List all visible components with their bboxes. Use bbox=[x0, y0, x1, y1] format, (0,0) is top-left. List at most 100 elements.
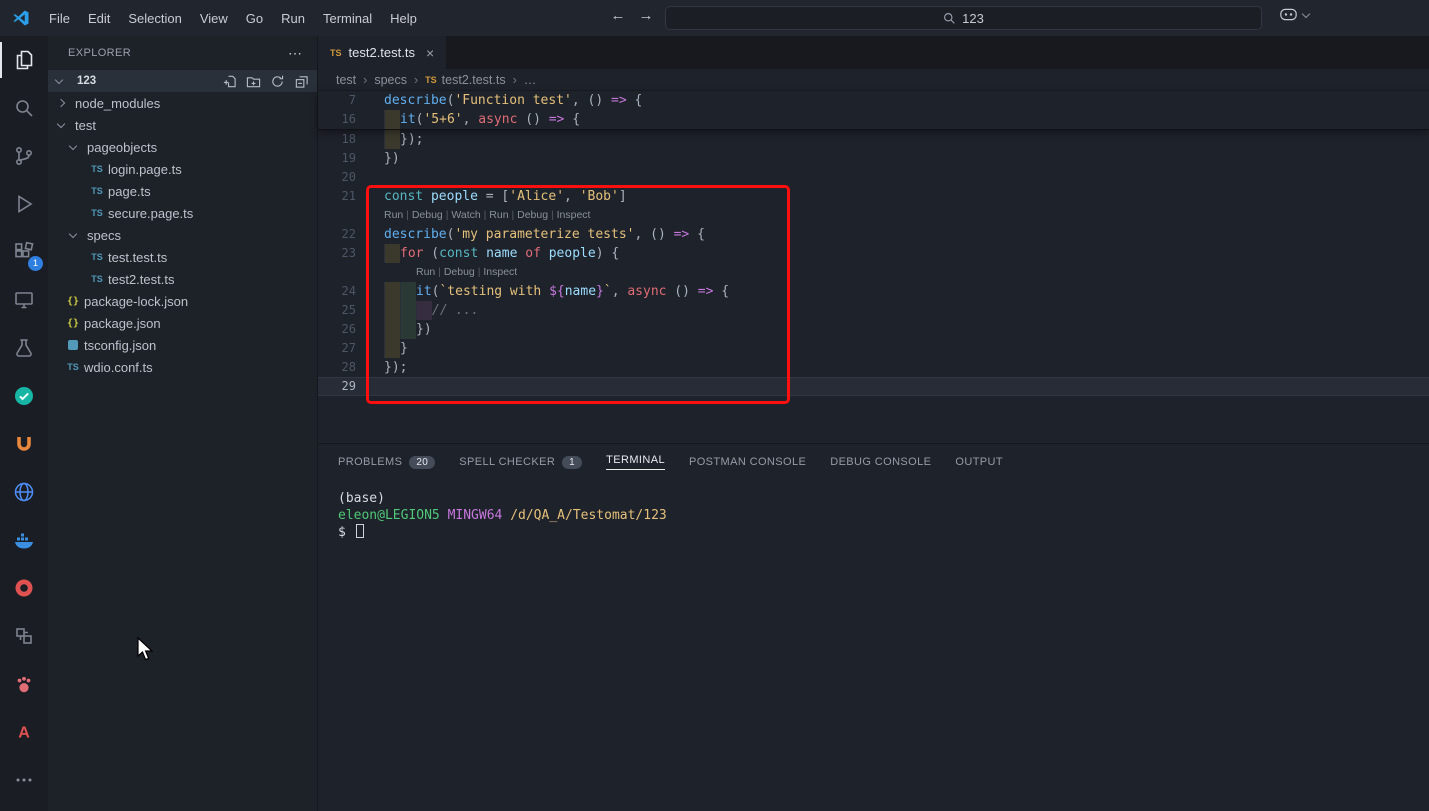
panel-tab-postman-console[interactable]: POSTMAN CONSOLE bbox=[689, 444, 806, 480]
menu-run[interactable]: Run bbox=[272, 7, 314, 30]
code-line-16[interactable]: 16it('5+6', async () => { bbox=[318, 110, 1429, 129]
activity-explorer[interactable] bbox=[0, 36, 48, 84]
typescript-file-icon: TS bbox=[91, 274, 103, 284]
code-line-19[interactable]: 19}) bbox=[318, 149, 1429, 168]
explorer-more-actions-icon[interactable]: ⋯ bbox=[288, 45, 303, 62]
copilot-menu[interactable] bbox=[1280, 8, 1318, 21]
refresh-icon[interactable] bbox=[270, 74, 285, 89]
panel-tab-spell-checker[interactable]: SPELL CHECKER1 bbox=[459, 444, 582, 480]
file-wdio.conf.ts[interactable]: TSwdio.conf.ts bbox=[48, 356, 317, 378]
code-line-21[interactable]: 21const people = ['Alice', 'Bob'] bbox=[318, 187, 1429, 206]
new-folder-icon[interactable] bbox=[246, 74, 261, 89]
command-center-search[interactable]: 123 bbox=[665, 6, 1262, 30]
file-label: test2.test.ts bbox=[108, 272, 174, 287]
code-line-18[interactable]: 18}); bbox=[318, 130, 1429, 149]
testing-flask-icon bbox=[12, 336, 36, 360]
activity-paw[interactable] bbox=[0, 660, 48, 708]
menu-view[interactable]: View bbox=[191, 7, 237, 30]
file-login.page.ts[interactable]: TSlogin.page.ts bbox=[48, 158, 317, 180]
file-package.json[interactable]: {}package.json bbox=[48, 312, 317, 334]
panel-tab-debug-console[interactable]: DEBUG CONSOLE bbox=[830, 444, 931, 480]
globe-icon bbox=[12, 480, 36, 504]
panel-tab-problems[interactable]: PROBLEMS20 bbox=[338, 444, 435, 480]
menu-edit[interactable]: Edit bbox=[79, 7, 119, 30]
breadcrumb-item[interactable]: … bbox=[524, 73, 537, 87]
activity-docker-whale[interactable] bbox=[0, 516, 48, 564]
terminal[interactable]: (base)eleon@LEGION5 MINGW64 /d/QA_A/Test… bbox=[318, 480, 1429, 541]
chevron-down-icon bbox=[57, 120, 65, 128]
file-page.ts[interactable]: TSpage.ts bbox=[48, 180, 317, 202]
folder-test[interactable]: test bbox=[48, 114, 317, 136]
code-line-29[interactable]: 29 bbox=[318, 377, 1429, 396]
code-line-27[interactable]: 27} bbox=[318, 339, 1429, 358]
file-package-lock.json[interactable]: {}package-lock.json bbox=[48, 290, 317, 312]
codelens-run[interactable]: Run bbox=[384, 209, 403, 221]
codelens-row[interactable]: Run | Debug | Inspect bbox=[318, 263, 1429, 282]
menu-file[interactable]: File bbox=[40, 7, 79, 30]
code-editor[interactable]: 7describe('Function test', () => {16it('… bbox=[318, 91, 1429, 443]
codelens-row[interactable]: Run | Debug | Watch | Run | Debug | Insp… bbox=[318, 206, 1429, 225]
breadcrumb-item[interactable]: specs bbox=[374, 73, 407, 87]
folder-pageobjects[interactable]: pageobjects bbox=[48, 136, 317, 158]
codelens-inspect[interactable]: Inspect bbox=[557, 209, 591, 221]
activity-more[interactable] bbox=[0, 756, 48, 804]
new-file-icon[interactable] bbox=[222, 74, 237, 89]
activity-search[interactable] bbox=[0, 84, 48, 132]
indent-guide bbox=[384, 110, 400, 129]
menu-selection[interactable]: Selection bbox=[119, 7, 190, 30]
file-test2.test.ts[interactable]: TS test2.test.ts bbox=[48, 268, 317, 290]
line-number: 29 bbox=[318, 377, 384, 396]
code-line-26[interactable]: 26}) bbox=[318, 320, 1429, 339]
file-test.test.ts[interactable]: TStest.test.ts bbox=[48, 246, 317, 268]
codelens-debug[interactable]: Debug bbox=[444, 266, 475, 278]
menu-help[interactable]: Help bbox=[381, 7, 426, 30]
folder-node_modules[interactable]: node_modules bbox=[48, 92, 317, 114]
close-icon[interactable]: × bbox=[426, 45, 434, 61]
code-line-7[interactable]: 7describe('Function test', () => { bbox=[318, 91, 1429, 110]
line-number bbox=[318, 263, 384, 282]
activity-extensions[interactable]: 1 bbox=[0, 228, 48, 276]
code-line-28[interactable]: 28}); bbox=[318, 358, 1429, 377]
tab-test2-test-ts[interactable]: TS test2.test.ts × bbox=[318, 36, 446, 69]
activity-testing-flask[interactable] bbox=[0, 324, 48, 372]
menu-go[interactable]: Go bbox=[237, 7, 272, 30]
codelens-watch[interactable]: Watch bbox=[451, 209, 480, 221]
codelens-run[interactable]: Run bbox=[489, 209, 508, 221]
explorer-icon bbox=[12, 48, 36, 72]
explorer-sidebar: EXPLORER ⋯ 123 node_modulestestpageobjec… bbox=[48, 36, 318, 811]
menu-terminal[interactable]: Terminal bbox=[314, 7, 381, 30]
code-line-23[interactable]: 23for (const name of people) { bbox=[318, 244, 1429, 263]
code-line-25[interactable]: 25// ... bbox=[318, 301, 1429, 320]
code-line-20[interactable]: 20 bbox=[318, 168, 1429, 187]
activity-run-and-debug[interactable] bbox=[0, 180, 48, 228]
activity-remote-explorer[interactable] bbox=[0, 276, 48, 324]
workspace-root-row[interactable]: 123 bbox=[48, 70, 317, 92]
code-line-22[interactable]: 22describe('my parameterize tests', () =… bbox=[318, 225, 1429, 244]
activity-check-circle[interactable] bbox=[0, 372, 48, 420]
codelens-run[interactable]: Run bbox=[416, 266, 435, 278]
breadcrumb-item[interactable]: TStest2.test.ts bbox=[425, 73, 505, 87]
codelens-debug[interactable]: Debug bbox=[517, 209, 548, 221]
indent-guide bbox=[416, 301, 432, 320]
collapse-all-icon[interactable] bbox=[294, 74, 309, 89]
breadcrumb-item[interactable]: test bbox=[336, 73, 356, 87]
activity-magnet[interactable] bbox=[0, 420, 48, 468]
code-line-24[interactable]: 24it(`testing with ${name}`, async () =>… bbox=[318, 282, 1429, 301]
file-secure.page.ts[interactable]: TSsecure.page.ts bbox=[48, 202, 317, 224]
search-icon bbox=[12, 96, 36, 120]
folder-specs[interactable]: specs bbox=[48, 224, 317, 246]
activity-cubes[interactable] bbox=[0, 612, 48, 660]
forward-arrow-button[interactable]: → bbox=[634, 7, 658, 24]
back-arrow-button[interactable]: ← bbox=[606, 7, 630, 24]
remote-explorer-icon bbox=[12, 288, 36, 312]
codelens-debug[interactable]: Debug bbox=[412, 209, 443, 221]
activity-red-ring[interactable] bbox=[0, 564, 48, 612]
activity-source-control[interactable] bbox=[0, 132, 48, 180]
panel-tab-output[interactable]: OUTPUT bbox=[955, 444, 1003, 480]
breadcrumb-label: test bbox=[336, 73, 356, 87]
file-tsconfig.json[interactable]: tsconfig.json bbox=[48, 334, 317, 356]
codelens-inspect[interactable]: Inspect bbox=[483, 266, 517, 278]
panel-tab-terminal[interactable]: TERMINAL bbox=[606, 444, 665, 480]
activity-globe[interactable] bbox=[0, 468, 48, 516]
activity-letter-a[interactable]: A bbox=[0, 708, 48, 756]
